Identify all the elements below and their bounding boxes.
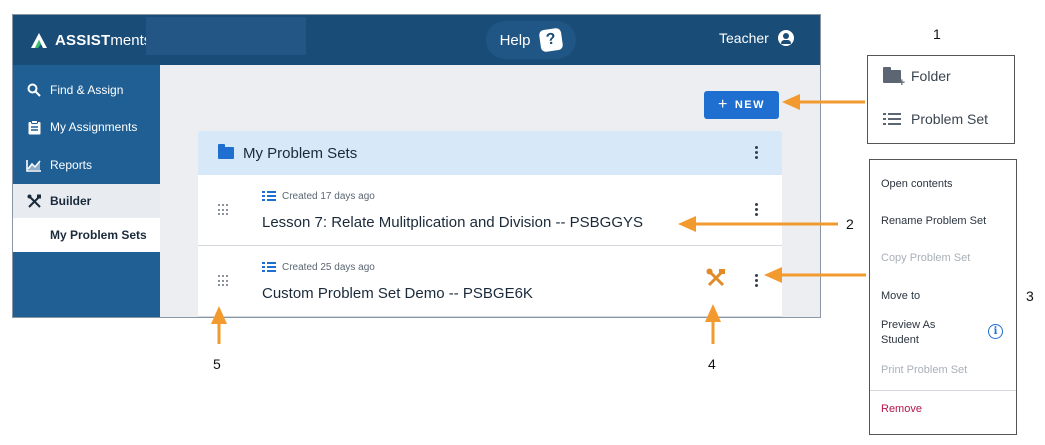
callout-arrows xyxy=(211,94,866,344)
callout-number-1: 1 xyxy=(933,26,941,42)
callout-number-3: 3 xyxy=(1026,288,1034,304)
callout-number-4: 4 xyxy=(708,356,716,372)
callout-number-2: 2 xyxy=(846,216,854,232)
callout-number-5: 5 xyxy=(213,356,221,372)
